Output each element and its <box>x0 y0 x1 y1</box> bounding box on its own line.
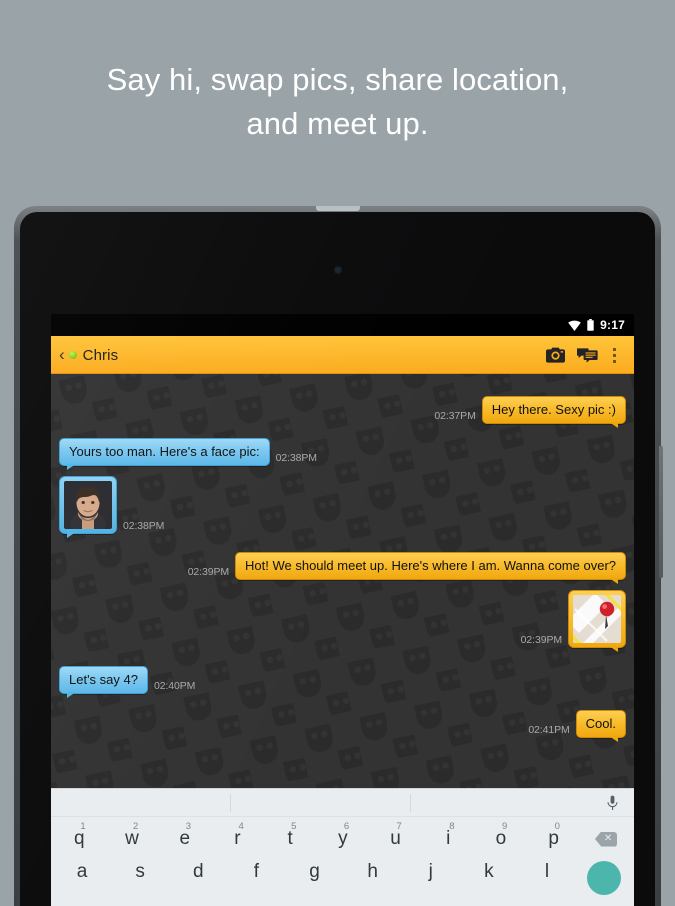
key-u[interactable]: 7u <box>369 820 422 858</box>
online-status-icon <box>68 351 77 359</box>
chat-row: Let's say 4? 02:40PM <box>51 666 634 698</box>
key-r-number: 4 <box>238 821 244 832</box>
tablet-device: 9:17 ‹ Chris 02:37PM Hey there. Sexy pic… <box>14 206 663 906</box>
send-button[interactable] <box>576 861 632 895</box>
on-screen-keyboard[interactable]: 1q 2w 3e 4r 5t 6y 7u 8i 9o 0p ✕ a s d f … <box>51 788 634 906</box>
message-timestamp: 02:41PM <box>528 724 570 736</box>
key-o-number: 9 <box>501 821 508 832</box>
overflow-menu-button[interactable] <box>603 336 625 374</box>
message-bubble-incoming[interactable]: Yours too man. Here's a face pic: <box>59 438 270 470</box>
location-message-bubble[interactable] <box>568 590 626 652</box>
key-y-number: 6 <box>343 821 350 832</box>
page-title: Chris <box>82 346 119 364</box>
message-timestamp: 02:40PM <box>153 680 196 692</box>
key-d[interactable]: d <box>169 861 227 883</box>
key-i[interactable]: 8i <box>422 820 475 858</box>
key-q[interactable]: 1q <box>53 820 106 858</box>
chat-row: 02:39PM <box>51 590 634 652</box>
key-s[interactable]: s <box>111 861 169 883</box>
message-timestamp: 02:38PM <box>123 520 165 532</box>
key-q-number: 1 <box>80 821 86 832</box>
key-y[interactable]: 6y <box>317 820 370 858</box>
back-button[interactable]: ‹ <box>57 346 69 365</box>
chat-row: Yours too man. Here's a face pic: 02:38P… <box>51 438 634 470</box>
key-p-number: 0 <box>554 821 560 832</box>
app-bar: ‹ Chris <box>51 336 634 374</box>
device-top-notch <box>315 206 360 211</box>
device-screen: 9:17 ‹ Chris 02:37PM Hey there. Sexy pic… <box>51 314 634 906</box>
key-e-number: 3 <box>185 821 192 832</box>
suggestion-slot-2[interactable] <box>231 794 410 812</box>
kebab-dot-3 <box>612 359 616 363</box>
message-bubble-incoming[interactable]: Let's say 4? <box>59 666 148 698</box>
status-bar-clock: 9:17 <box>600 318 625 332</box>
key-u-number: 7 <box>396 821 402 832</box>
face-photo-thumbnail <box>64 481 112 529</box>
chat-message-list[interactable]: 02:37PM Hey there. Sexy pic :) Yours too… <box>51 374 634 788</box>
message-timestamp: 02:37PM <box>434 410 476 422</box>
key-t[interactable]: 5t <box>264 820 317 858</box>
key-h[interactable]: h <box>344 861 402 883</box>
keyboard-row-2: a s d f g h j k l <box>53 861 632 895</box>
chat-row: 02:37PM Hey there. Sexy pic :) <box>51 396 634 428</box>
key-k[interactable]: k <box>460 861 518 883</box>
message-timestamp: 02:39PM <box>187 566 230 578</box>
message-bubble-outgoing[interactable]: Cool. <box>575 710 626 742</box>
key-o[interactable]: 9o <box>475 820 528 858</box>
key-p[interactable]: 0p <box>527 820 580 858</box>
battery-icon <box>587 319 594 331</box>
promo-headline-line-2: and meet up. <box>246 106 429 141</box>
status-bar: 9:17 <box>51 314 634 336</box>
key-i-number: 8 <box>449 821 455 832</box>
send-icon <box>586 861 621 895</box>
backspace-icon: ✕ <box>595 831 618 847</box>
volume-rocker-button[interactable] <box>659 446 663 578</box>
backspace-key[interactable]: ✕ <box>580 820 632 858</box>
microphone-icon <box>606 795 618 810</box>
keyboard-row-1: 1q 2w 3e 4r 5t 6y 7u 8i 9o 0p ✕ <box>53 820 632 858</box>
keyboard-rows: 1q 2w 3e 4r 5t 6y 7u 8i 9o 0p ✕ a s d f … <box>51 817 634 895</box>
promo-headline-line-1: Say hi, swap pics, share location, <box>106 62 569 97</box>
key-w-number: 2 <box>133 821 139 832</box>
suggestion-slot-3[interactable] <box>411 794 590 812</box>
suggestion-slot-1[interactable] <box>51 794 230 812</box>
chat-row: 02:39PM Hot! We should meet up. Here's w… <box>51 552 634 584</box>
promo-headline: Say hi, swap pics, share location, and m… <box>0 58 675 146</box>
kebab-menu-icon <box>612 347 616 351</box>
suggestion-bar[interactable] <box>51 789 634 817</box>
camera-button[interactable] <box>539 336 571 374</box>
front-camera-icon <box>334 267 341 273</box>
key-a[interactable]: a <box>53 861 111 883</box>
key-g[interactable]: g <box>285 861 343 883</box>
key-w[interactable]: 2w <box>106 820 159 858</box>
key-r[interactable]: 4r <box>211 820 264 858</box>
chat-row: 02:41PM Cool. <box>51 710 634 742</box>
kebab-dot-2 <box>612 353 616 357</box>
key-f[interactable]: f <box>227 861 285 883</box>
chat-row: 02:38PM <box>51 476 634 538</box>
map-location-thumbnail <box>573 595 621 643</box>
key-e[interactable]: 3e <box>158 820 211 858</box>
key-j[interactable]: j <box>402 861 460 883</box>
microphone-button[interactable] <box>590 795 634 811</box>
message-timestamp: 02:39PM <box>520 634 562 646</box>
device-bezel: 9:17 ‹ Chris 02:37PM Hey there. Sexy pic… <box>20 212 655 906</box>
message-timestamp: 02:38PM <box>275 452 317 464</box>
camera-icon <box>545 347 565 363</box>
wifi-icon <box>568 320 581 331</box>
key-t-number: 5 <box>291 821 297 832</box>
conversations-button[interactable] <box>571 336 603 374</box>
message-bubble-outgoing[interactable]: Hey there. Sexy pic :) <box>481 396 626 428</box>
photo-message-bubble[interactable] <box>59 476 117 538</box>
chat-bubbles-icon <box>576 348 598 363</box>
message-bubble-outgoing[interactable]: Hot! We should meet up. Here's where I a… <box>235 552 626 584</box>
key-l[interactable]: l <box>518 861 576 883</box>
